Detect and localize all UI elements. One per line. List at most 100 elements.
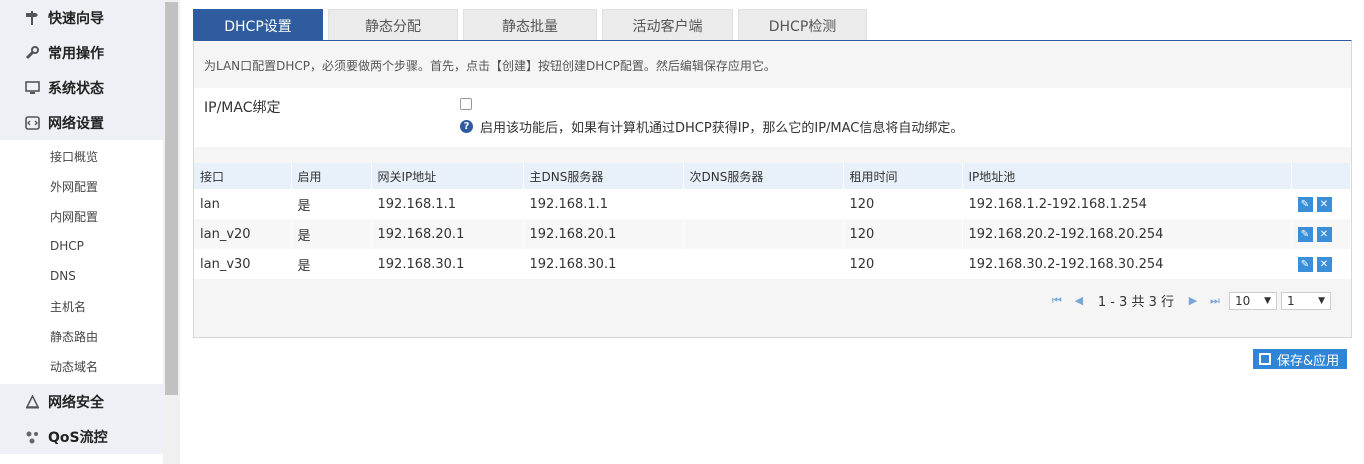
menu-item-quick-guide[interactable]: 快速向导	[0, 0, 163, 35]
sidebar: 快速向导 常用操作 系统状态 网络设置 接口概览 外网配置 内网配置 DHCP …	[0, 0, 180, 464]
page-select[interactable]: 1 ▼	[1281, 291, 1331, 310]
tab-static-assign[interactable]: 静态分配	[328, 9, 458, 41]
page-range-text: 1 - 3 共 3 行	[1097, 295, 1174, 310]
dhcp-panel: 为LAN口配置DHCP，必须要做两个步骤。首先，点击【创建】按钮创建DHCP配置…	[193, 40, 1352, 338]
menu-item-common-ops[interactable]: 常用操作	[0, 35, 163, 70]
column-header: IP地址池	[962, 163, 1292, 189]
ip-mac-binding-help: ? 启用该功能后，如果有计算机通过DHCP获得IP，那么它的IP/MAC信息将自…	[460, 117, 963, 136]
cell-secondary-dns	[683, 249, 844, 279]
column-header: 租用时间	[843, 163, 963, 189]
cell-primary-dns: 192.168.30.1	[523, 249, 684, 279]
sub-item-label: 内网配置	[50, 209, 99, 224]
security-icon	[22, 394, 42, 410]
sidebar-scrollbar-thumb[interactable]	[165, 2, 178, 395]
table-row: lan_v30 是 192.168.30.1 192.168.30.1 120 …	[194, 249, 1351, 279]
sub-item-static-route[interactable]: 静态路由	[0, 321, 163, 351]
cell-enabled: 是	[291, 189, 372, 219]
sub-item-interface-overview[interactable]: 接口概览	[0, 141, 163, 171]
sub-item-dns[interactable]: DNS	[0, 261, 163, 291]
save-apply-button[interactable]: 保存&应用	[1253, 349, 1348, 369]
column-header: 网关IP地址	[371, 163, 524, 189]
column-header: 主DNS服务器	[523, 163, 684, 189]
menu-label: 网络设置	[48, 115, 104, 132]
monitor-icon	[22, 80, 42, 96]
cell-primary-dns: 192.168.20.1	[523, 219, 684, 249]
pagination: ⏮ ◀ 1 - 3 共 3 行 ▶ ⏭ 10 ▼ 1 ▼	[1046, 291, 1331, 310]
cell-interface: lan	[194, 189, 292, 219]
cell-ip-pool: 192.168.1.2-192.168.1.254	[962, 189, 1292, 219]
cell-actions: ✎ ✕	[1291, 189, 1351, 219]
menu-item-network-settings[interactable]: 网络设置	[0, 105, 163, 140]
cell-interface: lan_v30	[194, 249, 292, 279]
cell-primary-dns: 192.168.1.1	[523, 189, 684, 219]
signpost-icon	[22, 10, 42, 26]
sub-item-label: 接口概览	[50, 149, 99, 164]
qos-icon	[22, 429, 42, 445]
next-page-icon[interactable]: ▶	[1187, 294, 1199, 307]
ip-mac-binding-label: IP/MAC绑定	[204, 100, 281, 116]
menu-item-qos[interactable]: QoS流控	[0, 419, 163, 454]
dropdown-arrow-icon: ▼	[1318, 295, 1325, 306]
column-header: 启用	[291, 163, 372, 189]
wrench-icon	[22, 45, 42, 61]
tab-bar: DHCP设置 静态分配 静态批量 活动客户端 DHCP检测	[193, 9, 872, 41]
cell-secondary-dns	[683, 189, 844, 219]
cell-gateway: 192.168.30.1	[371, 249, 524, 279]
sub-item-label: DHCP	[50, 239, 84, 253]
delete-icon[interactable]: ✕	[1316, 256, 1332, 272]
menu-item-network-security[interactable]: 网络安全	[0, 384, 163, 419]
cell-lease-time: 120	[843, 219, 963, 249]
cell-enabled: 是	[291, 219, 372, 249]
save-icon	[1259, 353, 1271, 365]
cell-lease-time: 120	[843, 189, 963, 219]
page-size-select[interactable]: 10 ▼	[1229, 291, 1277, 310]
cell-ip-pool: 192.168.30.2-192.168.30.254	[962, 249, 1292, 279]
column-header: 接口	[194, 163, 292, 189]
table-header-row: 接口 启用 网关IP地址 主DNS服务器 次DNS服务器 租用时间 IP地址池	[194, 163, 1351, 189]
first-page-icon[interactable]: ⏮	[1051, 294, 1063, 307]
edit-icon[interactable]: ✎	[1297, 196, 1313, 212]
edit-icon[interactable]: ✎	[1297, 256, 1313, 272]
cell-actions: ✎ ✕	[1291, 249, 1351, 279]
page-value: 1	[1287, 293, 1295, 308]
ip-mac-binding-checkbox[interactable]	[460, 98, 472, 110]
prev-page-icon[interactable]: ◀	[1073, 294, 1085, 307]
delete-icon[interactable]: ✕	[1316, 196, 1332, 212]
tab-active-clients[interactable]: 活动客户端	[602, 9, 733, 41]
tab-static-batch[interactable]: 静态批量	[463, 9, 597, 41]
delete-icon[interactable]: ✕	[1316, 226, 1332, 242]
tab-dhcp-detect[interactable]: DHCP检测	[738, 9, 867, 41]
cell-ip-pool: 192.168.20.2-192.168.20.254	[962, 219, 1292, 249]
tab-dhcp-settings[interactable]: DHCP设置	[193, 9, 323, 41]
menu-label: 快速向导	[48, 10, 104, 27]
sub-item-label: 外网配置	[50, 179, 99, 194]
last-page-icon[interactable]: ⏭	[1209, 294, 1221, 307]
sub-item-ddns[interactable]: 动态域名	[0, 351, 163, 381]
edit-icon[interactable]: ✎	[1297, 226, 1313, 242]
help-text: 启用该功能后，如果有计算机通过DHCP获得IP，那么它的IP/MAC信息将自动绑…	[480, 121, 964, 136]
dhcp-table: 接口 启用 网关IP地址 主DNS服务器 次DNS服务器 租用时间 IP地址池 …	[194, 163, 1351, 279]
sub-item-label: DNS	[50, 269, 76, 283]
network-icon	[22, 115, 42, 131]
sub-item-hostname[interactable]: 主机名	[0, 291, 163, 321]
sub-item-lan-config[interactable]: 内网配置	[0, 201, 163, 231]
sub-item-wan-config[interactable]: 外网配置	[0, 171, 163, 201]
sub-item-label: 静态路由	[50, 329, 99, 344]
menu-label: QoS流控	[48, 429, 108, 446]
menu-label: 常用操作	[48, 45, 104, 62]
cell-lease-time: 120	[843, 249, 963, 279]
column-header	[1291, 163, 1351, 189]
cell-secondary-dns	[683, 219, 844, 249]
cell-actions: ✎ ✕	[1291, 219, 1351, 249]
cell-gateway: 192.168.20.1	[371, 219, 524, 249]
question-icon: ?	[460, 120, 473, 133]
menu-item-system-status[interactable]: 系统状态	[0, 70, 163, 105]
cell-interface: lan_v20	[194, 219, 292, 249]
main-content: DHCP设置 静态分配 静态批量 活动客户端 DHCP检测 为LAN口配置DHC…	[193, 0, 1364, 464]
menu-label: 网络安全	[48, 394, 104, 411]
sub-item-label: 动态域名	[50, 359, 99, 374]
ip-mac-binding-row: IP/MAC绑定 ? 启用该功能后，如果有计算机通过DHCP获得IP，那么它的I…	[194, 88, 1351, 147]
menu-label: 系统状态	[48, 80, 104, 97]
hint-text: 为LAN口配置DHCP，必须要做两个步骤。首先，点击【创建】按钮创建DHCP配置…	[204, 59, 776, 73]
sub-item-dhcp[interactable]: DHCP	[0, 231, 163, 261]
